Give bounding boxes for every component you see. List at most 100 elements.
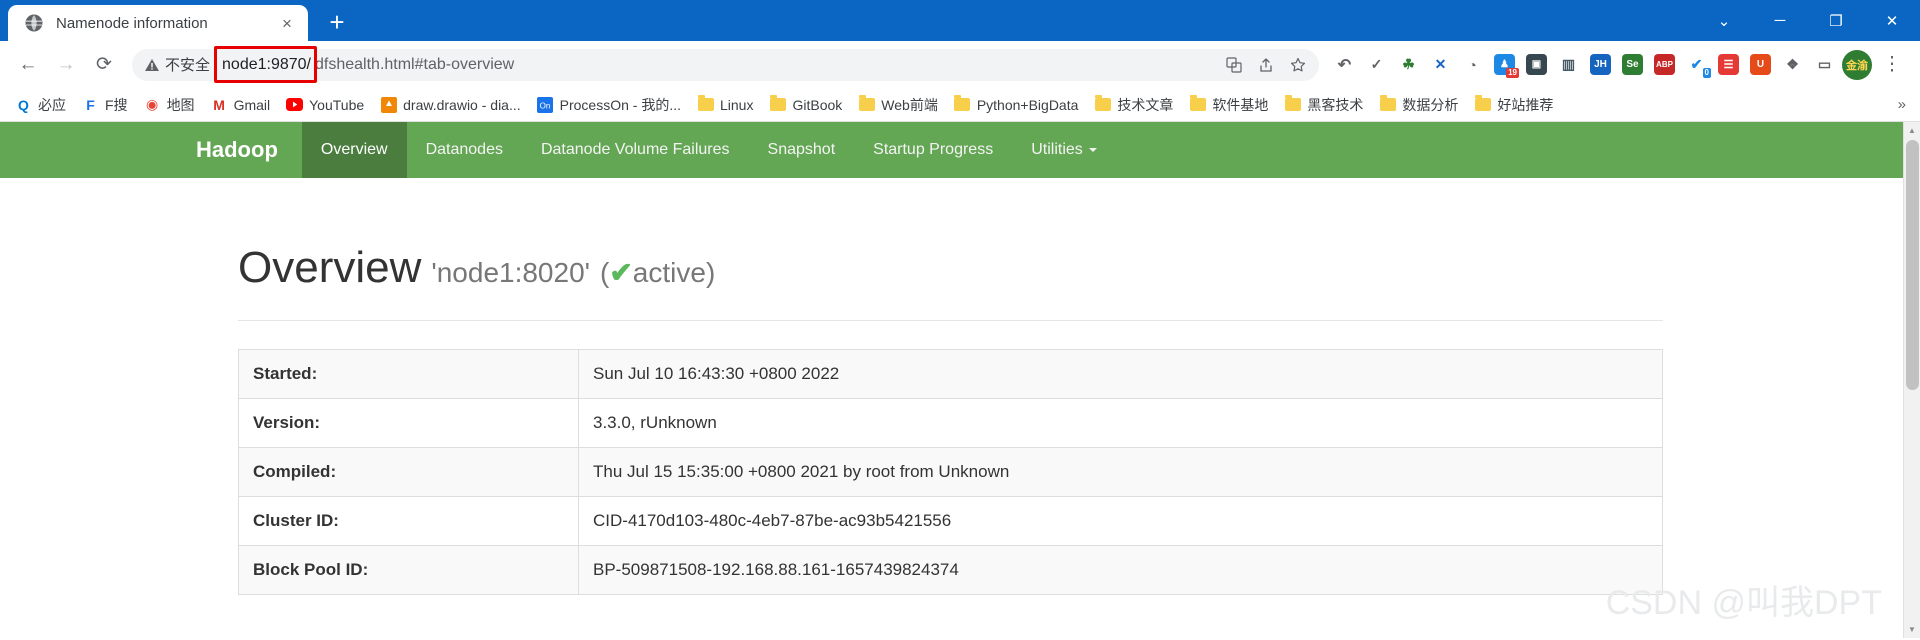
extension-icon-6[interactable]: ▣ (1521, 49, 1552, 80)
url-host-highlight: node1:9870/ (214, 45, 317, 83)
bookmark-item[interactable]: M Gmail (204, 92, 278, 117)
bing-icon: Q (18, 96, 29, 113)
extension-icon-4[interactable]: ◔ (1457, 49, 1488, 80)
close-icon[interactable]: × (276, 12, 298, 34)
bookmark-item[interactable]: 技术文章 (1087, 91, 1180, 119)
bookmark-label: 好站推荐 (1497, 96, 1554, 113)
table-row: Cluster ID: CID-4170d103-480c-4eb7-87be-… (238, 496, 1663, 547)
forward-icon[interactable]: → (48, 47, 84, 83)
page-title-main: Overview (238, 243, 422, 292)
bookmark-item[interactable]: 数据分析 (1372, 91, 1465, 119)
side-panel-icon[interactable]: ▭ (1809, 49, 1840, 80)
window-close-button[interactable]: ✕ (1864, 0, 1920, 41)
profile-avatar[interactable]: 金渝 (1842, 49, 1872, 80)
browser-tab[interactable]: Namenode information × (8, 5, 308, 41)
puzzle-icon[interactable]: ❖ (1777, 49, 1808, 80)
star-icon[interactable] (1283, 50, 1313, 80)
extension-icon-0[interactable]: ↶ (1329, 49, 1360, 80)
row-value: Sun Jul 10 16:43:30 +0800 2022 (578, 349, 1663, 400)
chevron-down-icon[interactable]: ⌄ (1696, 0, 1752, 41)
title-divider (238, 320, 1663, 322)
extensions-strip: ↶ ✓ ☘ ✕ ◔ ♟ 19 ▣ ▥ JH Se ABP ✔ 0 ☰ U ❖ ▭ (1329, 49, 1840, 80)
scrollbar-thumb[interactable] (1906, 140, 1919, 390)
gmail-icon: M (213, 96, 225, 113)
bookmark-item[interactable]: On ProcessOn - 我的... (530, 91, 688, 119)
bookmark-item[interactable]: Web前端 (851, 91, 945, 119)
extension-icon-9[interactable]: Se (1617, 49, 1648, 80)
namenode-address: 'node1:8020' (431, 257, 590, 288)
maximize-button[interactable]: ❐ (1808, 0, 1864, 41)
folder-icon (697, 95, 714, 113)
extension-icon-7[interactable]: ▥ (1553, 49, 1584, 80)
folder-icon (1284, 95, 1301, 113)
extension-icon-11[interactable]: ✔ 0 (1681, 49, 1712, 80)
bookmark-item[interactable]: Python+BigData (947, 92, 1086, 117)
maps-icon: ◉ (145, 96, 159, 112)
bookmark-item[interactable]: F F搜 (75, 91, 135, 119)
bookmark-item[interactable]: 好站推荐 (1467, 91, 1560, 119)
bookmark-label: Web前端 (881, 96, 938, 113)
minimize-button[interactable]: ─ (1752, 0, 1808, 41)
processon-icon: On (537, 96, 554, 113)
extension-icon-13[interactable]: U (1745, 49, 1776, 80)
bookmark-item[interactable]: ◉ 地图 (137, 91, 202, 119)
status-paren-open: ( (600, 257, 610, 288)
extension-icon-8[interactable]: JH (1585, 49, 1616, 80)
nav-item-datanode-volume-failures[interactable]: Datanode Volume Failures (522, 122, 749, 178)
folder-icon (1189, 95, 1206, 113)
bookmark-label: YouTube (309, 96, 365, 113)
nav-item-datanodes[interactable]: Datanodes (407, 122, 522, 178)
bookmark-item[interactable]: 软件基地 (1182, 91, 1275, 119)
page-scrollbar[interactable]: ▲ ▼ (1903, 122, 1920, 638)
row-key: Started: (238, 349, 579, 400)
new-tab-button[interactable]: + (320, 5, 354, 39)
address-bar[interactable]: 不安全 node1:9870/ dfshealth.html#tab-overv… (132, 45, 1319, 83)
hadoop-brand[interactable]: Hadoop (196, 122, 302, 178)
nav-item-snapshot[interactable]: Snapshot (749, 122, 855, 178)
row-key: Version: (238, 398, 579, 449)
table-row: Version: 3.3.0, rUnknown (238, 398, 1663, 449)
bookmark-label: 数据分析 (1402, 96, 1459, 113)
bookmark-item[interactable]: Q 必应 (8, 91, 73, 119)
chevron-down-icon (1088, 148, 1097, 152)
nav-item-utilities-label: Utilities (1031, 141, 1083, 158)
security-status-label: 不安全 (165, 57, 211, 74)
bookmark-item[interactable]: Linux (690, 92, 760, 117)
bookmark-item[interactable]: 黑客技术 (1277, 91, 1370, 119)
bookmark-item[interactable]: YouTube (279, 92, 371, 117)
extension-icon-3[interactable]: ✕ (1425, 49, 1456, 80)
url-path: dfshealth.html#tab-overview (315, 55, 515, 73)
bookmarks-overflow-icon[interactable]: » (1892, 96, 1912, 113)
bookmark-label: Linux (720, 96, 754, 113)
extension-icon-2[interactable]: ☘ (1393, 49, 1424, 80)
folder-icon (1379, 95, 1396, 113)
svg-text:On: On (540, 101, 551, 110)
folder-icon (858, 95, 875, 113)
nav-item-overview[interactable]: Overview (301, 122, 407, 178)
bookmark-item[interactable]: draw.drawio - dia... (373, 92, 528, 117)
extension-icon-1[interactable]: ✓ (1361, 49, 1392, 80)
browser-menu-icon[interactable]: ⋮ (1874, 47, 1910, 83)
back-icon[interactable]: ← (10, 47, 46, 83)
extension-icon-12[interactable]: ☰ (1713, 49, 1744, 80)
status-badge: (✔active) (600, 257, 715, 288)
bookmark-label: draw.drawio - dia... (403, 96, 521, 113)
nav-item-startup-progress[interactable]: Startup Progress (854, 122, 1012, 178)
folder-icon (1474, 95, 1491, 113)
share-icon[interactable] (1251, 50, 1281, 80)
bookmark-label: F搜 (105, 96, 128, 113)
bookmark-item[interactable]: GitBook (762, 92, 849, 117)
scroll-down-arrow-icon[interactable]: ▼ (1904, 621, 1920, 638)
scroll-up-arrow-icon[interactable]: ▲ (1904, 122, 1920, 139)
reload-icon[interactable]: ⟳ (86, 47, 122, 83)
table-row: Started: Sun Jul 10 16:43:30 +0800 2022 (238, 349, 1663, 400)
omnibox-icons (1219, 50, 1313, 80)
row-key: Compiled: (238, 447, 579, 498)
f-search-icon: F (86, 96, 95, 113)
nav-item-utilities[interactable]: Utilities (1012, 122, 1116, 178)
extension-icon-5[interactable]: ♟ 19 (1489, 49, 1520, 80)
hadoop-navbar: Hadoop Overview Datanodes Datanode Volum… (0, 122, 1920, 178)
extension-icon-10[interactable]: ABP (1649, 49, 1680, 80)
url-text[interactable]: node1:9870/ dfshealth.html#tab-overview (214, 45, 1219, 83)
translate-icon[interactable] (1219, 50, 1249, 80)
